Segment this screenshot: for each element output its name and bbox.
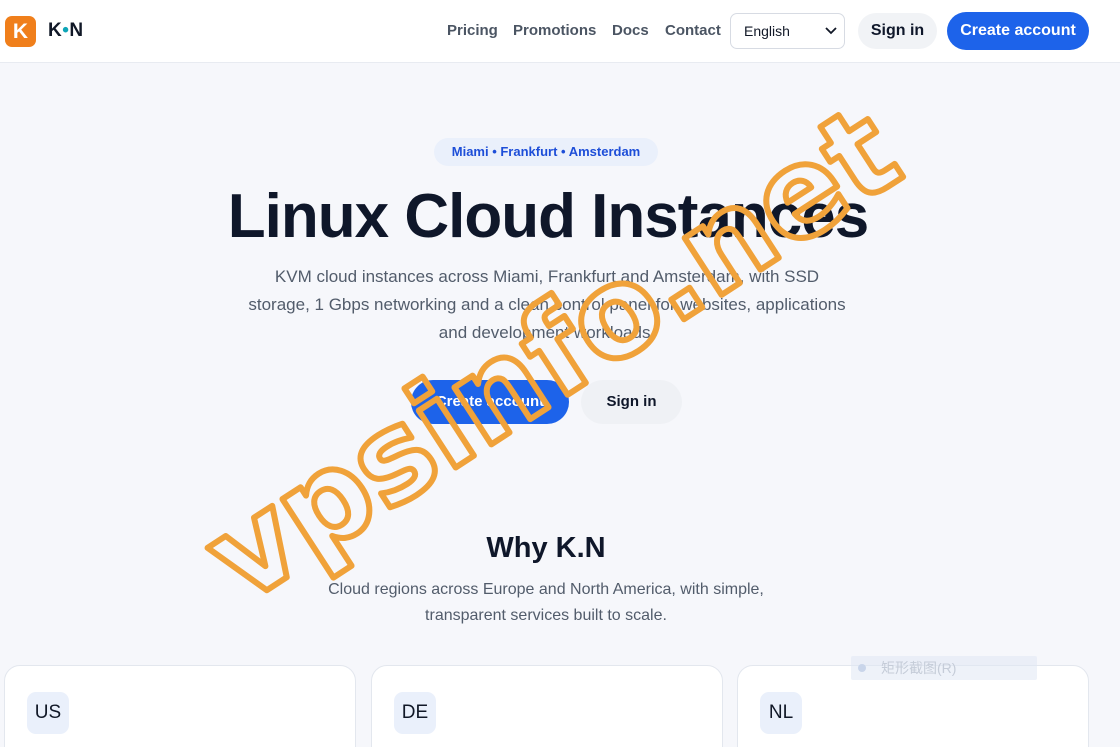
tooltip-text: 矩形截图(R) bbox=[881, 660, 957, 676]
logo-icon[interactable]: K bbox=[5, 16, 36, 47]
region-badge-nl: NL bbox=[760, 692, 802, 734]
screenshot-tooltip: 矩形截图(R) bbox=[851, 656, 1037, 680]
header-signin-button[interactable]: Sign in bbox=[858, 13, 937, 49]
why-title: Why K.N bbox=[486, 532, 606, 564]
region-badge-de: DE bbox=[394, 692, 436, 734]
region-badge-us: US bbox=[27, 692, 69, 734]
chevron-down-icon bbox=[825, 27, 837, 35]
hero-description: KVM cloud instances across Miami, Frankf… bbox=[248, 267, 846, 342]
hero-create-account-button[interactable]: Create account bbox=[411, 380, 569, 424]
nav-link-promotions[interactable]: Promotions bbox=[513, 20, 596, 42]
watermark: vpsinfo.net bbox=[178, 76, 927, 634]
nav-link-docs[interactable]: Docs bbox=[612, 20, 649, 42]
region-card-us: US bbox=[4, 665, 356, 747]
language-select-value: English bbox=[744, 23, 790, 39]
language-select[interactable]: English bbox=[730, 13, 845, 49]
region-card-de: DE bbox=[371, 665, 723, 747]
why-description: Cloud regions across Europe and North Am… bbox=[328, 581, 764, 624]
header-create-account-button[interactable]: Create account bbox=[947, 12, 1089, 50]
logo-wordmark[interactable]: K•N bbox=[48, 19, 84, 43]
locations-badge: Miami • Frankfurt • Amsterdam bbox=[434, 138, 658, 166]
nav-link-pricing[interactable]: Pricing bbox=[447, 20, 498, 42]
hero-signin-button[interactable]: Sign in bbox=[581, 380, 682, 424]
site-header: K K•N Pricing Promotions Docs Contact En… bbox=[0, 0, 1120, 63]
tooltip-dot-icon bbox=[858, 664, 866, 672]
nav-link-contact[interactable]: Contact bbox=[665, 20, 721, 42]
hero-title: Linux Cloud Instances bbox=[227, 182, 869, 251]
